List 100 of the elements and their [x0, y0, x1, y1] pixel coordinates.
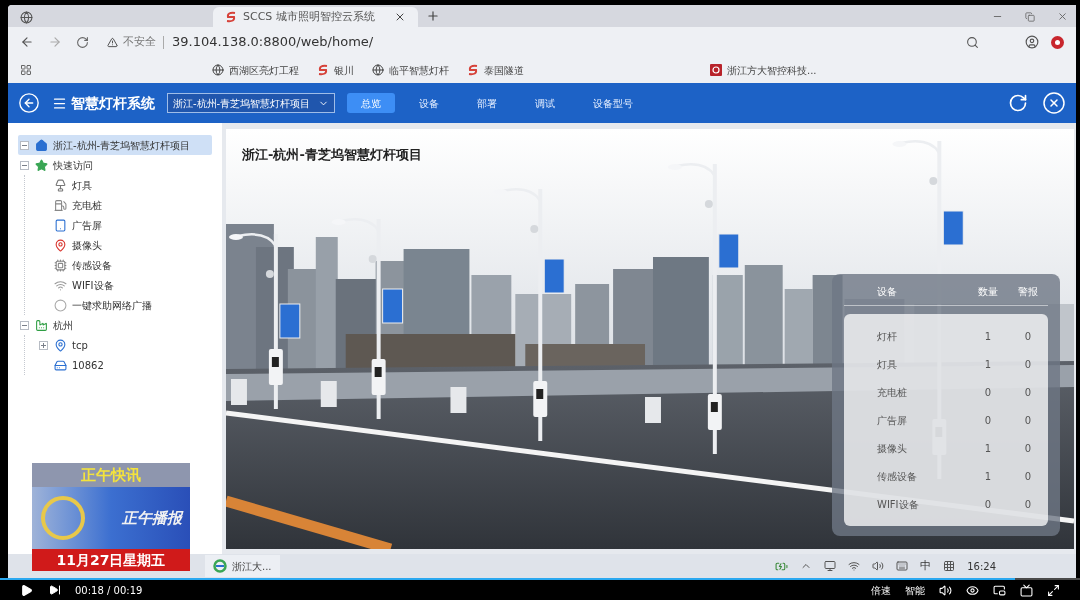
swirl-logo-icon [225, 11, 237, 23]
chip-icon [54, 258, 67, 272]
taskbar-item[interactable]: 浙江大... [205, 555, 280, 577]
column-header: 设备 [877, 285, 898, 299]
app-title: 智慧灯杆系统 [71, 93, 155, 113]
refresh-icon[interactable] [1008, 93, 1028, 113]
screen-icon[interactable] [1020, 583, 1033, 597]
table-cell-text: 传感设备 [877, 469, 918, 484]
nav-tab[interactable]: 调试 [521, 93, 569, 113]
wifi-icon [54, 278, 67, 292]
home-icon [35, 138, 48, 152]
table-cell-text: 1 [984, 357, 992, 372]
tree-item[interactable]: 一键求助网络广播 [37, 295, 158, 315]
keyboard-icon[interactable] [896, 560, 909, 572]
monitor-icon[interactable] [824, 560, 837, 572]
square-logo-icon [710, 64, 722, 76]
table-cell-text: 0 [1024, 329, 1032, 344]
minus-box-icon[interactable] [19, 140, 29, 150]
table-cell-text: 0 [1024, 441, 1032, 456]
play-icon[interactable] [20, 583, 33, 597]
tree-item[interactable]: 传感设备 [37, 255, 118, 275]
table-cell-text: 1 [984, 441, 992, 456]
tree-item[interactable]: 杭州 [18, 315, 79, 335]
menu-icon[interactable] [52, 95, 67, 111]
back-icon[interactable] [20, 35, 34, 49]
table-cell-text: 1 [984, 469, 992, 484]
eye-icon[interactable] [966, 583, 979, 597]
player-option-button[interactable]: 智能 [905, 582, 925, 598]
table-cell-text: 1 [984, 329, 992, 344]
minus-box-icon[interactable] [19, 320, 29, 330]
bookmark-link[interactable]: 西湖区亮灯工程 [212, 62, 299, 78]
globe-icon [372, 64, 384, 76]
globe-icon [212, 64, 224, 76]
dot-circle-icon[interactable] [1051, 35, 1064, 49]
map-pin-icon [54, 238, 67, 252]
news-title-banner: 正午快讯 [32, 463, 190, 487]
tree-item[interactable]: 充电桩 [37, 195, 108, 215]
table-cell-text: 广告屏 [877, 413, 908, 428]
reload-icon[interactable] [76, 35, 89, 49]
close-icon[interactable] [1042, 91, 1066, 115]
minus-box-icon[interactable] [19, 160, 29, 170]
grid-icon[interactable] [943, 560, 956, 572]
volume-icon[interactable] [939, 583, 952, 597]
bookmark-link[interactable]: 临平智慧灯杆 [372, 62, 449, 78]
browser-tab[interactable]: SCCS 城市照明智控云系统 [213, 7, 418, 27]
apps-icon[interactable] [20, 64, 32, 76]
bookmark-link[interactable]: 泰国隧道 [467, 62, 524, 78]
profile-icon[interactable] [1025, 35, 1039, 49]
fullscreen-icon[interactable] [1047, 583, 1060, 597]
skip-forward-icon[interactable] [49, 584, 61, 596]
restore-icon[interactable] [1025, 11, 1035, 22]
tree-item[interactable]: 浙江-杭州-青芝坞智慧灯杆项目 [18, 135, 212, 155]
table-cell-text: 0 [984, 385, 992, 400]
swirl-logo-icon [467, 64, 479, 76]
security-label[interactable]: 不安全 [123, 33, 156, 51]
tree-item[interactable]: 广告屏 [37, 215, 108, 235]
ring-logo-icon [40, 495, 86, 541]
back-icon[interactable] [18, 92, 40, 114]
bookmark-link[interactable]: 银川 [317, 62, 354, 78]
table-cell-text: 0 [984, 413, 992, 428]
swirl-logo-icon [317, 64, 329, 76]
table-cell-text: 0 [984, 497, 992, 512]
table-cell-text: WIFI设备 [877, 497, 920, 512]
search-icon[interactable] [966, 35, 979, 49]
nav-tab[interactable]: 部署 [463, 93, 511, 113]
lamp-icon [54, 178, 67, 192]
factory-icon [35, 318, 48, 332]
input-method-indicator[interactable]: 中 [920, 557, 932, 575]
tree-item[interactable]: 摄像头 [37, 235, 108, 255]
circle-icon [54, 298, 67, 312]
close-icon[interactable] [394, 11, 406, 23]
table-cell-text: 0 [1024, 469, 1032, 484]
warning-icon [107, 36, 118, 48]
tree-item[interactable]: WIFI设备 [37, 275, 120, 295]
star-icon [35, 158, 48, 172]
tree-item[interactable]: 灯具 [37, 175, 98, 195]
news-date-banner: 11月27日星期五 [32, 549, 190, 571]
table-cell-text: 灯杆 [877, 329, 898, 344]
clock-time: 16:24 [967, 559, 996, 574]
tree-item[interactable]: 10862 [37, 355, 110, 375]
column-header: 警报 [1018, 285, 1038, 299]
table-cell-text: 充电桩 [877, 385, 908, 400]
address-field[interactable]: 39.104.138.0:8800/web/home/ [172, 32, 374, 52]
tree-item[interactable]: 快速访问 [18, 155, 99, 175]
tree-item[interactable]: tcp [37, 335, 94, 355]
table-cell-text: 灯具 [877, 357, 898, 372]
globe-icon [20, 10, 33, 24]
new-tab-icon[interactable] [426, 9, 440, 23]
picture-in-picture-icon[interactable] [993, 583, 1006, 597]
project-select[interactable]: 浙江-杭州-青芝坞智慧灯杆项目 [167, 93, 335, 113]
news-logo-text: 正午播报 [122, 507, 182, 529]
bookmark-link[interactable]: 浙江方大智控科技... [710, 62, 817, 78]
table-cell-text: 摄像头 [877, 441, 908, 456]
player-option-button[interactable]: 倍速 [871, 582, 891, 598]
page-title: 浙江-杭州-青芝坞智慧灯杆项目 [242, 146, 422, 164]
plus-box-icon[interactable] [38, 340, 48, 350]
nav-tab[interactable]: 设备 [405, 93, 453, 113]
nav-tab[interactable]: 设备型号 [579, 93, 647, 113]
tablet-icon [54, 218, 67, 232]
wifi-icon[interactable] [848, 560, 861, 572]
